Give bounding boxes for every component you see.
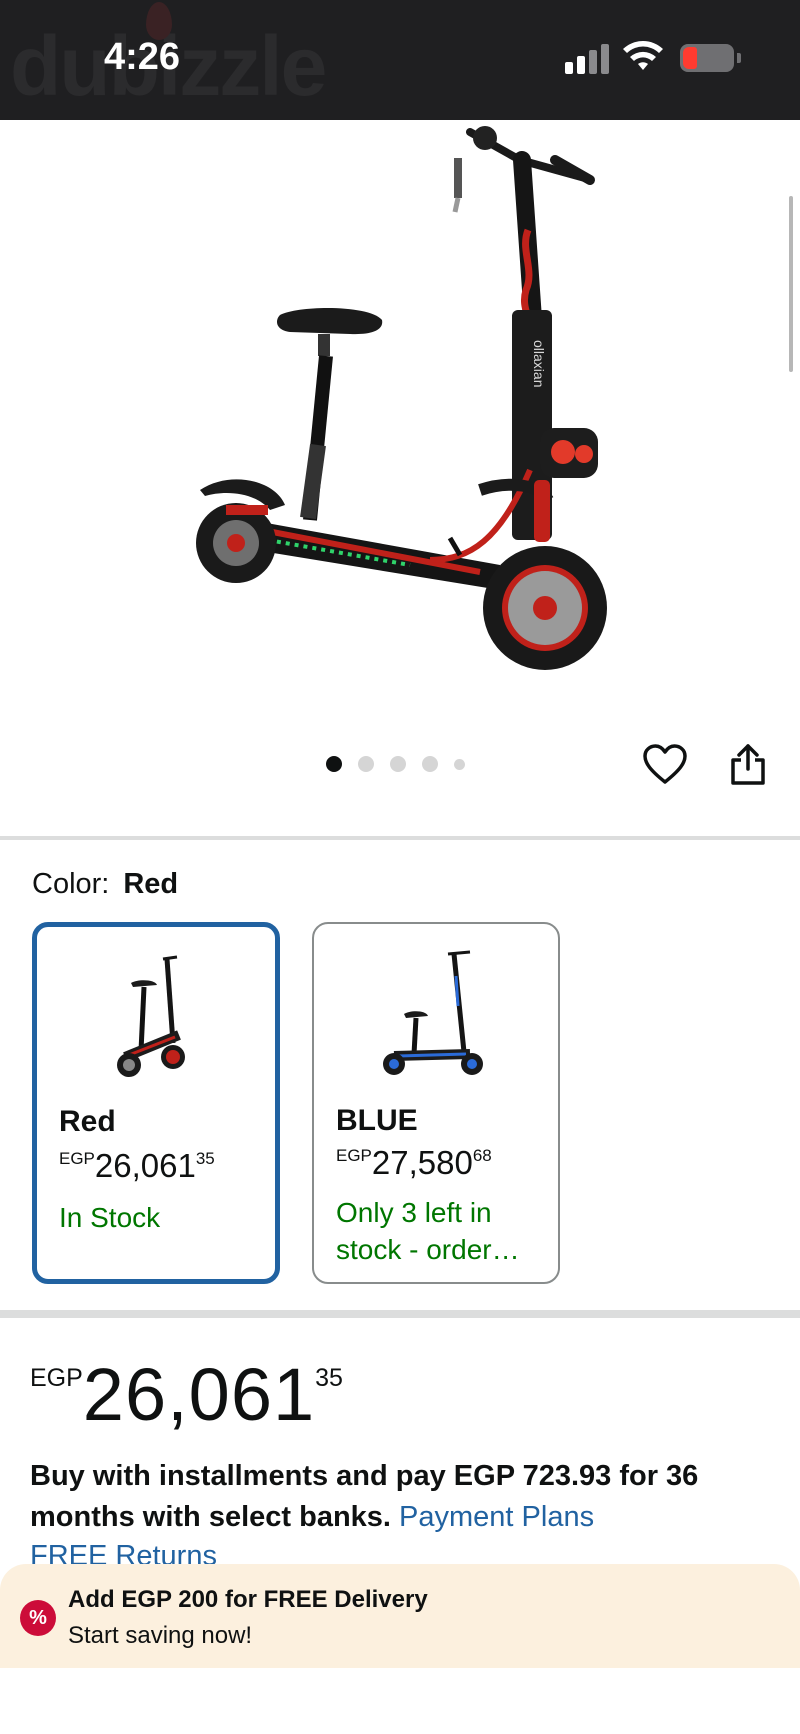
color-selected-value: Red xyxy=(123,868,179,900)
wifi-icon xyxy=(623,41,663,70)
color-option-name: Red xyxy=(59,1105,116,1138)
price-fraction: 68 xyxy=(472,1146,492,1165)
availability-text: In Stock xyxy=(59,1202,161,1233)
price-currency: EGP xyxy=(30,1364,83,1392)
scooter-illustration: ollaxian xyxy=(196,126,607,670)
promo-title: Add EGP 200 for FREE Delivery xyxy=(68,1586,428,1613)
status-bar: dubizzle 4:26 xyxy=(0,0,800,120)
gallery-pagination[interactable] xyxy=(326,756,465,772)
product-brand-text: ollaxian xyxy=(531,340,547,387)
page-scrollbar[interactable] xyxy=(789,196,793,372)
color-label-row: Color: Red xyxy=(32,868,178,901)
blue-scooter-thumbnail xyxy=(383,950,483,1075)
battery-cap xyxy=(737,53,741,63)
gallery-dot[interactable] xyxy=(326,756,342,772)
price-fraction: 35 xyxy=(195,1149,215,1168)
status-time: 4:26 xyxy=(104,36,181,78)
availability-text: Only 3 left in stock - order… xyxy=(336,1197,520,1265)
product-price: EGP26,06135 xyxy=(30,1352,343,1437)
currency-label: EGP xyxy=(336,1146,372,1165)
gallery-dot[interactable] xyxy=(390,756,406,772)
installments-info: Buy with installments and pay EGP 723.93… xyxy=(30,1456,750,1538)
section-divider xyxy=(0,1310,800,1318)
product-image[interactable]: ollaxian xyxy=(0,120,800,730)
gallery-dot[interactable] xyxy=(422,756,438,772)
discount-badge-icon: % xyxy=(20,1600,56,1636)
color-option-blue[interactable]: BLUE EGP27,58068 Only 3 left in stock - … xyxy=(312,922,560,1284)
watermark-flame-icon xyxy=(146,2,172,40)
price-fraction: 35 xyxy=(315,1364,343,1392)
color-option-name: BLUE xyxy=(336,1104,418,1137)
share-icon[interactable] xyxy=(728,742,768,786)
color-option-price: EGP26,06135 xyxy=(59,1147,215,1185)
payment-plans-link[interactable]: Payment Plans xyxy=(399,1501,594,1533)
color-option-price: EGP27,58068 xyxy=(336,1144,492,1182)
color-label: Color: xyxy=(32,868,110,900)
price-whole: 26,061 xyxy=(82,1353,316,1436)
currency-label: EGP xyxy=(59,1149,95,1168)
free-delivery-banner[interactable]: % Add EGP 200 for FREE Delivery Start sa… xyxy=(0,1564,800,1668)
price-whole: 26,061 xyxy=(94,1147,196,1184)
price-whole: 27,580 xyxy=(371,1144,473,1181)
cellular-signal-icon xyxy=(565,44,609,74)
gallery-dot[interactable] xyxy=(454,758,465,770)
battery-icon xyxy=(680,44,734,72)
section-divider xyxy=(0,836,800,840)
promo-subtitle: Start saving now! xyxy=(68,1622,253,1649)
gallery-dot[interactable] xyxy=(358,756,374,772)
red-scooter-thumbnail xyxy=(117,955,185,1077)
heart-outline-icon[interactable] xyxy=(642,742,688,788)
installments-text: Buy with installments and pay EGP 723.93… xyxy=(30,1460,699,1533)
battery-level xyxy=(683,47,697,69)
color-option-red[interactable]: Red EGP26,06135 In Stock xyxy=(32,922,280,1284)
